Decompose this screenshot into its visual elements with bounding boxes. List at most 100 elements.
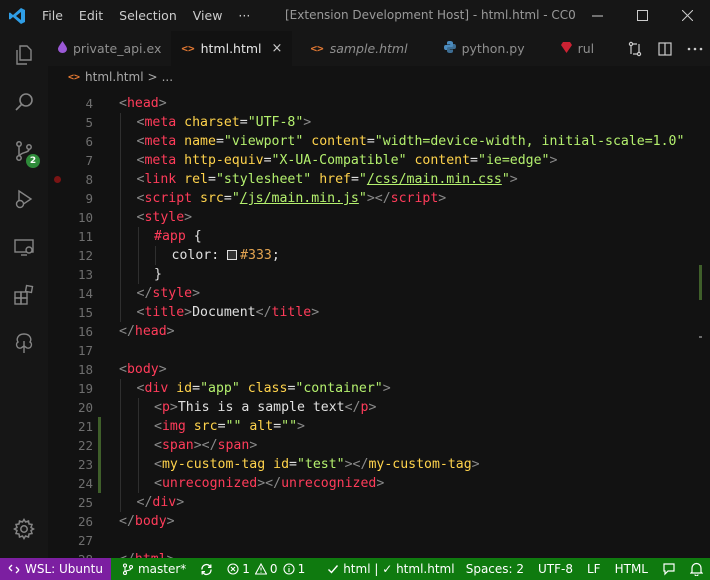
code-token: ></	[366, 191, 391, 206]
split-editor-icon[interactable]	[650, 41, 680, 57]
code-token: </	[119, 514, 135, 529]
code-line[interactable]: 19 <div id="app" class="container">	[48, 379, 710, 398]
breadcrumb-more[interactable]: ...	[162, 70, 173, 84]
indent-guide	[137, 398, 139, 417]
menu-edit[interactable]: Edit	[71, 0, 111, 31]
source-control-icon[interactable]: 2	[0, 127, 48, 175]
code-text: <meta name="viewport" content="width=dev…	[137, 132, 685, 151]
open-changes-icon[interactable]	[620, 41, 650, 57]
code-line[interactable]: 18 <body>	[48, 360, 710, 379]
code-text: </html>	[119, 550, 175, 558]
feedback-icon[interactable]	[655, 558, 683, 580]
menu-selection[interactable]: Selection	[111, 0, 185, 31]
indentation-indicator[interactable]: Spaces: 2	[459, 558, 531, 580]
menu-view[interactable]: View	[185, 0, 231, 31]
settings-gear-icon[interactable]	[0, 505, 48, 553]
code-line[interactable]: 21 <img src="" alt="">	[48, 417, 710, 436]
remote-indicator[interactable]: WSL: Ubuntu	[0, 558, 111, 580]
eol-indicator[interactable]: LF	[580, 558, 608, 580]
line-number: 25	[77, 495, 93, 510]
language-mode[interactable]: HTML	[608, 558, 655, 580]
code-line[interactable]: 24 <unrecognized></unrecognized>	[48, 474, 710, 493]
code-line[interactable]: 4 <head>	[48, 94, 710, 113]
info-icon	[283, 563, 295, 575]
breadcrumb-file[interactable]: html.html	[85, 70, 143, 84]
code-text: </div>	[137, 493, 185, 512]
indent-guide	[120, 455, 121, 474]
run-debug-icon[interactable]	[0, 175, 48, 223]
code-token: unrecognized	[161, 476, 258, 491]
explorer-icon[interactable]	[0, 31, 48, 79]
bell-icon[interactable]	[683, 558, 710, 580]
code-line[interactable]: 6 <meta name="viewport" content="width=de…	[48, 132, 710, 151]
code-line[interactable]: 26 </body>	[48, 512, 710, 531]
tab-sample-html[interactable]: <> sample.html	[300, 31, 417, 66]
code-token: div	[144, 381, 169, 396]
code-token: unrecognized	[281, 476, 377, 491]
code-line[interactable]: 13}	[48, 265, 710, 284]
code-text: <meta charset="UTF-8">	[137, 113, 312, 132]
code-line[interactable]: 25 </div>	[48, 493, 710, 512]
code-line[interactable]: 17	[48, 341, 710, 360]
code-line[interactable]: 12 color: #333;	[48, 246, 710, 265]
tab-private-api[interactable]: private_api.ex	[48, 31, 171, 66]
code-token: "container"	[295, 381, 383, 396]
code-line[interactable]: 9 <script src="/js/main.min.js"></script>	[48, 189, 710, 208]
indent-guide	[137, 246, 139, 265]
close-window-icon[interactable]	[665, 0, 710, 31]
code-line[interactable]: 28 </html>	[48, 550, 710, 558]
line-number: 22	[77, 438, 93, 453]
code-token: >	[249, 438, 258, 453]
sync-icon[interactable]	[193, 558, 220, 580]
remote-explorer-icon[interactable]	[0, 223, 48, 271]
minimize-icon[interactable]	[575, 0, 620, 31]
extensions-icon[interactable]	[0, 271, 48, 319]
tree-icon[interactable]	[0, 319, 48, 367]
warning-icon	[254, 563, 267, 575]
menu-file[interactable]: File	[34, 0, 71, 31]
code-token: /css/main.min.css	[366, 172, 502, 187]
code-text: color: #333;	[172, 246, 280, 265]
code-token: </	[119, 324, 135, 339]
error-count: 1	[242, 562, 250, 576]
code-line[interactable]: 15 <title>Document</title>	[48, 303, 710, 322]
code-line[interactable]: 10 <style>	[48, 208, 710, 227]
maximize-icon[interactable]	[620, 0, 665, 31]
problems-indicator[interactable]: 1 0 1	[220, 558, 312, 580]
code-line[interactable]: 16 </head>	[48, 322, 710, 341]
line-number: 16	[77, 324, 93, 339]
tab-html-html[interactable]: <> html.html ×	[171, 31, 293, 66]
breadcrumb: <> html.html > ...	[48, 66, 710, 88]
line-number: 8	[85, 172, 93, 187]
html-check-indicator[interactable]: html | ✓ html.html	[320, 558, 461, 580]
code-token: =	[366, 134, 375, 149]
code-token: >	[176, 495, 185, 510]
code-token: :	[211, 248, 228, 263]
code-token: "	[358, 172, 367, 187]
code-line[interactable]: 14 </style>	[48, 284, 710, 303]
code-line[interactable]: 20 <p>This is a sample text</p>	[48, 398, 710, 417]
code-line[interactable]: 8 <link rel="stylesheet" href="/css/main.…	[48, 170, 710, 189]
code-line[interactable]: 22 <span></span>	[48, 436, 710, 455]
code-text: <my-custom-tag id="test"></my-custom-tag…	[154, 455, 480, 474]
tab-ruby[interactable]: rul	[551, 31, 594, 66]
tab-python-py[interactable]: python.py	[434, 31, 535, 66]
indent-guide	[137, 455, 139, 474]
close-tab-icon[interactable]: ×	[272, 41, 283, 56]
more-actions-icon[interactable]	[680, 47, 710, 51]
code-line[interactable]: 23 <my-custom-tag id="test"></my-custom-t…	[48, 455, 710, 474]
code-token: meta	[144, 115, 177, 130]
code-line[interactable]: 7 <meta http-equiv="X-UA-Compatible" cont…	[48, 151, 710, 170]
encoding-indicator[interactable]: UTF-8	[531, 558, 580, 580]
color-swatch[interactable]	[227, 250, 238, 260]
code-line[interactable]: 11 #app {	[48, 227, 710, 246]
code-editor[interactable]: 4 <head> 5 <meta charset="UTF-8"> 6 <meta nam…	[48, 92, 710, 558]
branch-indicator[interactable]: master*	[115, 558, 193, 580]
code-token: src	[193, 419, 218, 434]
indent-guide	[120, 170, 121, 189]
menu-more[interactable]: ···	[230, 0, 258, 31]
search-icon[interactable]	[0, 79, 48, 127]
code-token: style	[144, 210, 185, 225]
code-line[interactable]: 27	[48, 531, 710, 550]
code-line[interactable]: 5 <meta charset="UTF-8">	[48, 113, 710, 132]
